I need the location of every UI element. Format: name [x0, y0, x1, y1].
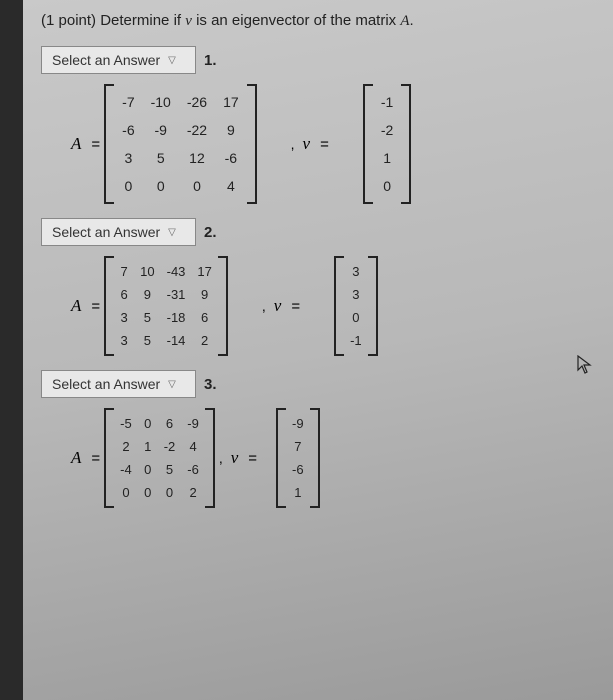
comma-1: , [291, 136, 295, 152]
vector-v-2: 3 3 0 -1 [334, 260, 378, 352]
equals-sign-3: = [91, 450, 100, 467]
equals-sign-v3: = [248, 450, 257, 467]
comma-3: , [219, 450, 223, 466]
matrix-A-1: -7-10-2617 -6-9-229 3512-6 0004 [104, 88, 257, 200]
q-v-symbol: v [185, 13, 192, 29]
answer-select-3[interactable]: Select an Answer ▽ [41, 370, 196, 398]
select-label-1: Select an Answer [52, 52, 160, 68]
matrix-A-3: -506-9 21-24 -405-6 0002 [104, 412, 215, 504]
problem-1: Select an Answer ▽ 1. A = -7-10-2617 -6-… [41, 46, 595, 200]
question-prompt: (1 point) Determine if v is an eigenvect… [41, 12, 595, 30]
page-container: (1 point) Determine if v is an eigenvect… [23, 0, 613, 700]
equation-1: A = -7-10-2617 -6-9-229 3512-6 0004 , v … [41, 88, 595, 200]
chevron-down-icon: ▽ [168, 379, 176, 390]
chevron-down-icon: ▽ [168, 55, 176, 66]
select-row-1: Select an Answer ▽ 1. [41, 46, 595, 74]
q-text-3: . [410, 12, 414, 29]
equals-sign: = [91, 136, 100, 153]
equals-sign-2: = [91, 298, 100, 315]
comma-2: , [262, 298, 266, 314]
select-label-2: Select an Answer [52, 224, 160, 240]
v-label-2: v [274, 296, 282, 316]
q-A-symbol: A [400, 13, 409, 29]
equals-sign-v: = [320, 136, 329, 153]
points-label: (1 point) [41, 12, 96, 29]
A-label-3: A [71, 448, 81, 468]
equation-3: A = -506-9 21-24 -405-6 0002 , v = -9 7 … [41, 412, 595, 504]
problem-number-2: 2. [204, 224, 217, 241]
chevron-down-icon: ▽ [168, 227, 176, 238]
select-label-3: Select an Answer [52, 376, 160, 392]
matrix-A-2: 710-4317 69-319 35-186 35-142 [104, 260, 228, 352]
equals-sign-v2: = [291, 298, 300, 315]
problem-number-1: 1. [204, 52, 217, 69]
select-row-3: Select an Answer ▽ 3. [41, 370, 595, 398]
answer-select-1[interactable]: Select an Answer ▽ [41, 46, 196, 74]
v-label: v [303, 134, 311, 154]
A-label: A [71, 134, 81, 154]
A-label-2: A [71, 296, 81, 316]
answer-select-2[interactable]: Select an Answer ▽ [41, 218, 196, 246]
cursor-icon [577, 355, 593, 380]
problem-3: Select an Answer ▽ 3. A = -506-9 21-24 -… [41, 370, 595, 504]
vector-v-1: -1 -2 1 0 [363, 88, 411, 200]
vector-v-3: -9 7 -6 1 [276, 412, 320, 504]
q-text-2: is an eigenvector of the matrix [192, 12, 400, 29]
problem-2: Select an Answer ▽ 2. A = 710-4317 69-31… [41, 218, 595, 352]
v-label-3: v [231, 448, 239, 468]
select-row-2: Select an Answer ▽ 2. [41, 218, 595, 246]
equation-2: A = 710-4317 69-319 35-186 35-142 , v = … [41, 260, 595, 352]
problem-number-3: 3. [204, 376, 217, 393]
q-text-1: Determine if [100, 12, 185, 29]
